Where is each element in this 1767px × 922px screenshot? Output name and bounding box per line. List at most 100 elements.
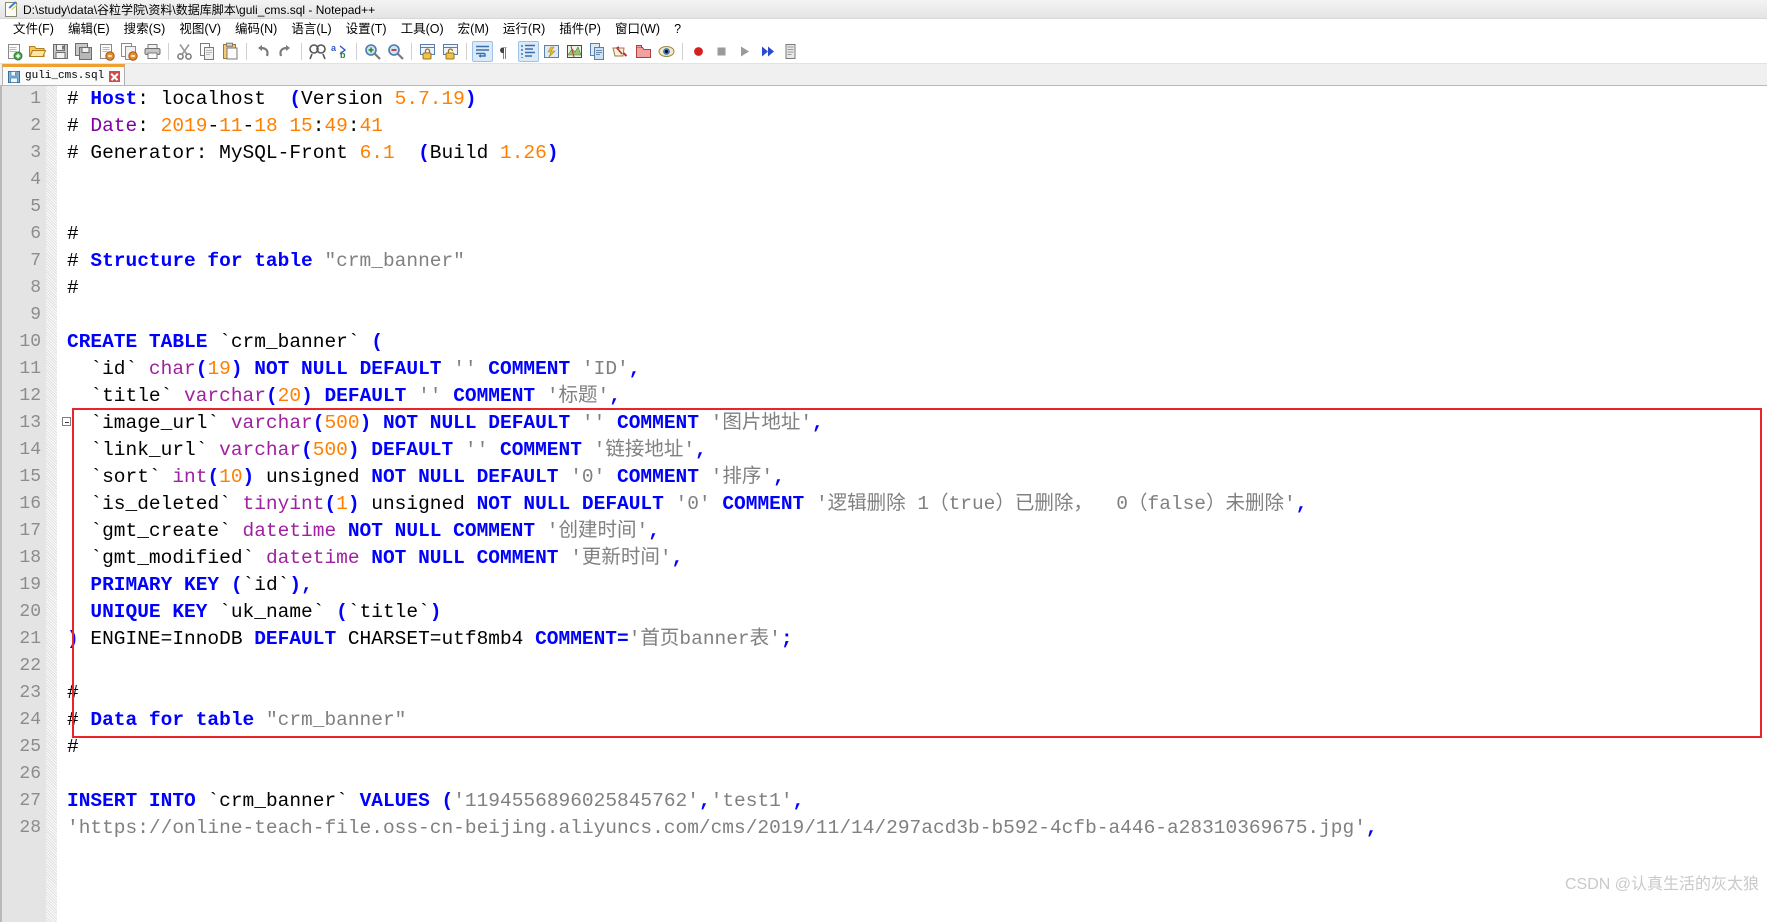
save-icon[interactable] <box>50 41 71 62</box>
code-line[interactable]: INSERT INTO `crm_banner` VALUES ('119455… <box>67 788 1767 815</box>
menu-help[interactable]: ? <box>667 20 688 38</box>
code-token: 18 <box>254 115 290 137</box>
indent-guide-icon[interactable] <box>518 40 539 62</box>
code-line[interactable]: # Structure for table "crm_banner" <box>67 248 1767 275</box>
menu-view[interactable]: 视图(V) <box>172 20 228 38</box>
code-line[interactable] <box>67 302 1767 329</box>
code-line[interactable]: `gmt_modified` datetime NOT NULL COMMENT… <box>67 545 1767 572</box>
code-line[interactable]: 'https://online-teach-file.oss-cn-beijin… <box>67 815 1767 842</box>
code-token: NOT NULL DEFAULT <box>382 412 582 434</box>
show-all-characters-icon[interactable]: ¶ <box>495 41 516 62</box>
code-line[interactable]: `gmt_create` datetime NOT NULL COMMENT '… <box>67 518 1767 545</box>
code-line[interactable]: # Date: 2019-11-18 15:49:41 <box>67 113 1767 140</box>
code-token: # Generator: MySQL-Front <box>67 142 360 164</box>
menu-file[interactable]: 文件(F) <box>6 20 61 38</box>
code-line[interactable]: # <box>67 680 1767 707</box>
code-token: 20 <box>277 385 302 407</box>
code-token: '' <box>464 439 489 461</box>
code-text-area[interactable]: # Host: localhost (Version 5.7.19) # Date… <box>58 86 1767 922</box>
open-file-icon[interactable] <box>27 41 48 62</box>
code-line[interactable]: `link_url` varchar(500) DEFAULT '' COMME… <box>67 437 1767 464</box>
menu-plugins[interactable]: 插件(P) <box>552 20 608 38</box>
menu-macro[interactable]: 宏(M) <box>451 20 496 38</box>
code-line[interactable]: `image_url` varchar(500) NOT NULL DEFAUL… <box>67 410 1767 437</box>
document-map-icon[interactable] <box>564 41 585 62</box>
copy-icon[interactable] <box>197 41 218 62</box>
code-line[interactable]: # Data for table "crm_banner" <box>67 707 1767 734</box>
document-list-icon[interactable] <box>633 41 654 62</box>
close-tab-icon[interactable] <box>109 70 121 82</box>
preview-icon[interactable] <box>656 41 677 62</box>
paste-icon[interactable] <box>220 41 241 62</box>
folder-as-workspace-icon[interactable] <box>610 41 631 62</box>
cut-icon[interactable] <box>174 41 195 62</box>
code-token: `link_url` <box>67 439 220 461</box>
code-token: '' <box>581 412 606 434</box>
line-number-gutter: 1 2 3 4 5 6 7 8 9 10 11 12 13 14 15 16 17 18 19 20 21 22 23 24 2… <box>0 86 58 922</box>
sync-vertical-scroll-icon[interactable] <box>417 41 438 62</box>
code-token: COMMENT <box>617 412 711 434</box>
code-token: 2019 <box>160 115 208 137</box>
zoom-out-icon[interactable] <box>385 41 406 62</box>
code-line[interactable]: CREATE TABLE `crm_banner` ( <box>67 329 1767 356</box>
code-line[interactable] <box>67 761 1767 788</box>
menu-settings[interactable]: 设置(T) <box>339 20 394 38</box>
redo-icon[interactable] <box>275 41 296 62</box>
code-token: NOT NULL DEFAULT <box>371 466 571 488</box>
function-list-icon[interactable] <box>587 41 608 62</box>
zoom-in-icon[interactable] <box>362 41 383 62</box>
code-line[interactable] <box>67 653 1767 680</box>
code-token: ( <box>324 493 337 515</box>
menu-encoding[interactable]: 编码(N) <box>228 20 284 38</box>
close-all-icon[interactable] <box>119 41 140 62</box>
word-wrap-icon[interactable] <box>472 40 493 62</box>
code-token: 500 <box>312 439 348 461</box>
user-defined-language-icon[interactable] <box>541 41 562 62</box>
tab-guli-cms-sql[interactable]: guli_cms.sql <box>2 64 126 85</box>
save-all-icon[interactable] <box>73 41 94 62</box>
print-icon[interactable] <box>142 41 163 62</box>
playback-macro-icon[interactable] <box>734 41 755 62</box>
code-line[interactable]: # <box>67 221 1767 248</box>
code-line[interactable]: `is_deleted` tinyint(1) unsigned NOT NUL… <box>67 491 1767 518</box>
code-line[interactable]: `id` char(19) NOT NULL DEFAULT '' COMMEN… <box>67 356 1767 383</box>
find-icon[interactable] <box>307 41 328 62</box>
menu-run[interactable]: 运行(R) <box>496 20 552 38</box>
line-number: 14 <box>19 440 41 460</box>
code-line[interactable]: ) ENGINE=InnoDB DEFAULT CHARSET=utf8mb4 … <box>67 626 1767 653</box>
line-number: 12 <box>19 386 41 406</box>
code-token: '标题' <box>546 385 610 407</box>
close-file-icon[interactable] <box>96 41 117 62</box>
code-line[interactable] <box>67 167 1767 194</box>
fold-marker-collapse[interactable] <box>62 417 71 426</box>
code-line[interactable]: `title` varchar(20) DEFAULT '' COMMENT '… <box>67 383 1767 410</box>
code-line[interactable]: # Generator: MySQL-Front 6.1 (Build 1.26… <box>67 140 1767 167</box>
code-token: ( <box>230 574 243 596</box>
code-token: unsigned <box>359 493 477 515</box>
menu-tools[interactable]: 工具(O) <box>394 20 451 38</box>
new-file-icon[interactable] <box>4 41 25 62</box>
record-macro-icon[interactable] <box>688 41 709 62</box>
stop-recording-icon[interactable] <box>711 41 732 62</box>
code-line[interactable] <box>67 194 1767 221</box>
code-line[interactable]: # <box>67 734 1767 761</box>
menu-edit[interactable]: 编辑(E) <box>61 20 117 38</box>
save-macro-icon[interactable] <box>780 41 801 62</box>
undo-icon[interactable] <box>252 41 273 62</box>
replace-icon[interactable]: ab <box>330 41 351 62</box>
code-editor[interactable]: 1 2 3 4 5 6 7 8 9 10 11 12 13 14 15 16 17 18 19 20 21 22 23 24 2… <box>0 86 1767 922</box>
menu-window[interactable]: 窗口(W) <box>608 20 667 38</box>
code-line[interactable]: PRIMARY KEY (`id`), <box>67 572 1767 599</box>
code-line[interactable]: UNIQUE KEY `uk_name` (`title`) <box>67 599 1767 626</box>
sync-horizontal-scroll-icon[interactable] <box>440 41 461 62</box>
code-line[interactable]: # Host: localhost (Version 5.7.19) <box>67 86 1767 113</box>
code-line[interactable]: `sort` int(10) unsigned NOT NULL DEFAULT… <box>67 464 1767 491</box>
code-token: '0' <box>570 466 606 488</box>
run-macro-multiple-icon[interactable] <box>757 41 778 62</box>
code-token: ) <box>429 601 442 623</box>
window-title: D:\study\data\谷粒学院\资料\数据库脚本\guli_cms.sql… <box>23 2 376 17</box>
menu-language[interactable]: 语言(L) <box>284 20 338 38</box>
menu-search[interactable]: 搜索(S) <box>117 20 173 38</box>
code-line[interactable]: # <box>67 275 1767 302</box>
